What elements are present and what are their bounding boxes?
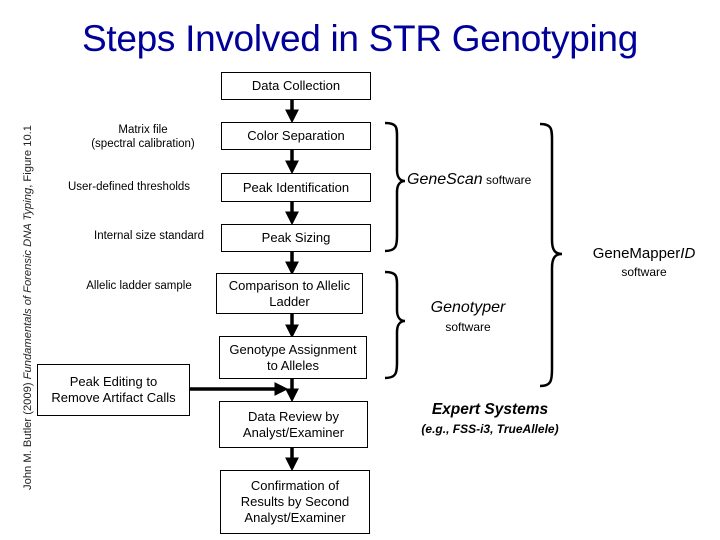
genemapper-name-main: GeneMapper: [592, 245, 681, 262]
genemapper-label: GeneMapperID software: [574, 245, 714, 281]
brace-genescan: [384, 121, 406, 253]
input-matrix-file: Matrix file (spectral calibration): [91, 124, 195, 150]
genemapper-suffix: software: [621, 265, 667, 279]
input-internal-size-standard: Internal size standard: [94, 230, 204, 242]
genemapper-name: GeneMapperID: [574, 245, 714, 263]
genemapper-name-id: ID: [680, 245, 696, 262]
peak-editing-box: Peak Editing to Remove Artifact Calls: [37, 364, 190, 416]
genotyper-label: Genotyper software: [418, 298, 518, 336]
step-confirmation: Confirmation of Results by Second Analys…: [220, 470, 370, 534]
input-allelic-ladder-sample: Allelic ladder sample: [86, 280, 192, 292]
step-peak-identification: Peak Identification: [221, 173, 371, 202]
brace-genemapper: [539, 122, 563, 388]
step-comparison-allelic-ladder: Comparison to Allelic Ladder: [216, 273, 363, 314]
genotyper-suffix: software: [445, 320, 491, 334]
step-color-separation: Color Separation: [221, 122, 371, 150]
expert-systems-name: Expert Systems: [431, 401, 549, 418]
step-data-review: Data Review by Analyst/Examiner: [219, 401, 368, 448]
genescan-name: GeneScan: [407, 171, 483, 188]
step-data-collection: Data Collection: [221, 72, 371, 100]
input-user-thresholds: User-defined thresholds: [67, 181, 191, 193]
step-genotype-assignment: Genotype Assignment to Alleles: [219, 336, 367, 379]
brace-genotyper: [384, 270, 406, 380]
expert-systems-examples: (e.g., FSS-i3, TrueAllele): [421, 422, 559, 436]
step-peak-sizing: Peak Sizing: [221, 224, 371, 252]
expert-systems-label: Expert Systems (e.g., FSS-i3, TrueAllele…: [400, 400, 580, 438]
genescan-label: GeneScan software: [407, 171, 531, 189]
genotyper-name: Genotyper: [430, 299, 506, 316]
genescan-suffix: software: [482, 173, 532, 187]
